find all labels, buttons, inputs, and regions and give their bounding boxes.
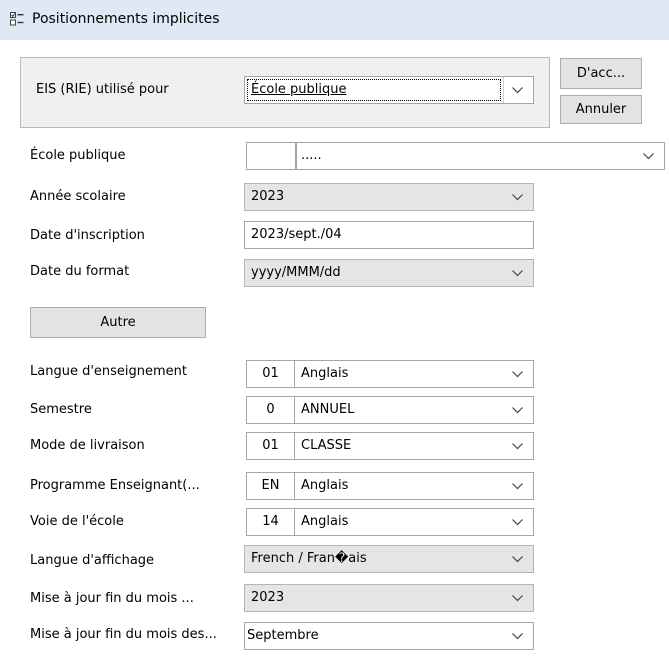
chevron-down-icon	[512, 407, 523, 414]
maj-annee-select[interactable]: 2023	[244, 584, 534, 612]
annee-label: Année scolaire	[30, 189, 126, 204]
ecole-label: École publique	[30, 148, 126, 163]
title-bar: Positionnements implicites	[0, 0, 669, 40]
chevron-down-icon	[512, 371, 523, 378]
ecole-select[interactable]: .....	[296, 142, 665, 170]
mode-livraison-label: Mode de livraison	[30, 438, 145, 453]
other-button[interactable]: Autre	[30, 307, 206, 338]
eis-select[interactable]: École publique	[244, 76, 534, 104]
maj-annee-label: Mise à jour fin du mois ...	[30, 591, 194, 606]
programme-select[interactable]: EN Anglais	[246, 472, 534, 500]
chevron-down-icon	[512, 633, 523, 640]
chevron-down-icon	[512, 595, 523, 602]
langue-enseignement-label: Langue d'enseignement	[30, 364, 188, 379]
chevron-down-icon	[512, 483, 523, 490]
chevron-down-icon	[512, 519, 523, 526]
voie-label: Voie de l'école	[30, 514, 124, 529]
chevron-down-icon	[512, 443, 523, 450]
langue-enseignement-select[interactable]: 01 Anglais	[246, 360, 534, 388]
langue-affichage-label: Langue d'affichage	[30, 553, 155, 568]
programme-label: Programme Enseignant(...	[30, 478, 200, 493]
window-title: Positionnements implicites	[32, 11, 220, 27]
date-inscription-label: Date d'inscription	[30, 228, 145, 243]
mode-livraison-select[interactable]: 01 CLASSE	[246, 432, 534, 460]
semestre-label: Semestre	[30, 402, 92, 417]
date-format-select[interactable]: yyyy/MMM/dd	[244, 259, 534, 287]
date-format-label: Date du format	[30, 264, 130, 279]
ecole-code-input[interactable]	[246, 142, 296, 170]
focus-ring	[247, 79, 501, 101]
annee-select[interactable]: 2023	[244, 183, 534, 211]
semestre-select[interactable]: 0 ANNUEL	[246, 396, 534, 424]
ok-button[interactable]: D'acc...	[560, 58, 642, 89]
maj-mois-select[interactable]: Septembre	[244, 622, 534, 650]
date-inscription-input[interactable]: 2023/sept./04	[244, 221, 534, 249]
langue-affichage-select[interactable]: French / Fran�ais	[244, 545, 534, 573]
chevron-down-icon	[643, 153, 654, 160]
form-icon	[10, 12, 24, 26]
chevron-down-icon	[512, 270, 523, 277]
eis-label: EIS (RIE) utilisé pour	[36, 82, 169, 97]
chevron-down-icon	[512, 87, 523, 94]
cancel-button[interactable]: Annuler	[560, 95, 642, 124]
maj-mois-label: Mise à jour fin du mois des...	[30, 627, 217, 642]
chevron-down-icon	[512, 194, 523, 201]
voie-select[interactable]: 14 Anglais	[246, 508, 534, 536]
chevron-down-icon	[512, 556, 523, 563]
